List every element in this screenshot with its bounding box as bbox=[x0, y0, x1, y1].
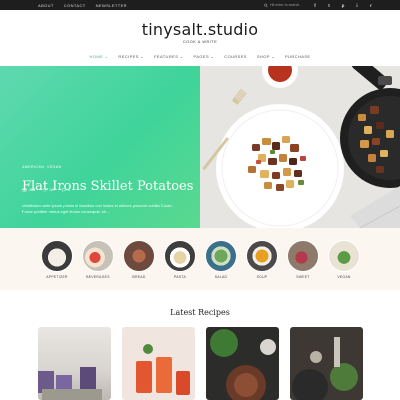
category-salad[interactable]: SALAD bbox=[204, 240, 238, 279]
search-icon bbox=[264, 3, 268, 7]
latest-recipes-heading: Latest Recipes bbox=[170, 308, 230, 317]
recipe-card-image bbox=[38, 367, 102, 400]
category-label: BEVERAGES bbox=[86, 275, 110, 279]
hero-featured-post[interactable]: AMERICAN, VEGAN Flat Irons Skillet Potat… bbox=[0, 66, 400, 228]
pinterest-icon[interactable]: p bbox=[340, 2, 346, 8]
nav-pages[interactable]: PAGES ⌄ bbox=[194, 54, 215, 59]
top-search bbox=[264, 2, 306, 8]
nav-home[interactable]: HOME ⌄ bbox=[90, 54, 109, 59]
recipe-card-image bbox=[136, 344, 190, 395]
category-thumb bbox=[328, 240, 360, 272]
top-bar: ABOUT CONTACT NEWSLETTER f t p i r bbox=[0, 0, 400, 10]
category-appetizer[interactable]: APPETIZER bbox=[40, 240, 74, 279]
category-thumb bbox=[205, 240, 237, 272]
category-label: APPETIZER bbox=[46, 275, 68, 279]
eye-icon bbox=[22, 188, 27, 192]
category-label: VEGAN bbox=[337, 275, 351, 279]
category-label: SWEET bbox=[296, 275, 310, 279]
latest-recipes-grid bbox=[0, 327, 400, 400]
comments-stat[interactable]: 0 bbox=[61, 188, 70, 192]
category-bread[interactable]: BREAD bbox=[122, 240, 156, 279]
category-label: BREAD bbox=[132, 275, 146, 279]
recipe-card[interactable] bbox=[38, 327, 111, 400]
nav-shop[interactable]: SHOP ⌄ bbox=[257, 54, 275, 59]
category-beverages[interactable]: BEVERAGES bbox=[81, 240, 115, 279]
likes-stat[interactable]: 28 bbox=[43, 188, 54, 192]
twitter-icon[interactable]: t bbox=[326, 2, 332, 8]
nav-purchase[interactable]: PURCHASE bbox=[285, 54, 310, 59]
category-thumb bbox=[123, 240, 155, 272]
social-links: f t p i r bbox=[312, 0, 374, 10]
heart-icon bbox=[43, 188, 48, 192]
hero-category[interactable]: AMERICAN, VEGAN bbox=[22, 165, 62, 169]
category-label: SALAD bbox=[214, 275, 228, 279]
top-nav: ABOUT CONTACT NEWSLETTER bbox=[38, 0, 127, 10]
recipe-card-image bbox=[292, 337, 358, 400]
category-label: SOUP bbox=[256, 275, 268, 279]
site-logo[interactable]: tinysalt.studio bbox=[0, 20, 400, 39]
nav-courses[interactable]: COURSES bbox=[224, 54, 247, 59]
category-thumb bbox=[82, 240, 114, 272]
food-photo bbox=[200, 66, 400, 228]
category-pasta[interactable]: PASTA bbox=[163, 240, 197, 279]
category-thumb bbox=[41, 240, 73, 272]
views-stat: 364 bbox=[22, 188, 35, 192]
recipe-card[interactable] bbox=[290, 327, 363, 400]
category-sweet[interactable]: SWEET bbox=[286, 240, 320, 279]
main-nav: HOME ⌄ RECIPES ⌄ FEATURES ⌄ PAGES ⌄ COUR… bbox=[0, 54, 400, 59]
top-nav-contact[interactable]: CONTACT bbox=[64, 3, 86, 8]
category-thumb bbox=[164, 240, 196, 272]
nav-recipes[interactable]: RECIPES ⌄ bbox=[118, 54, 144, 59]
top-nav-about[interactable]: ABOUT bbox=[38, 3, 54, 8]
views-count: 364 bbox=[29, 188, 36, 192]
category-label: PASTA bbox=[173, 275, 187, 279]
site-tagline: COOK & WRITE bbox=[182, 39, 218, 44]
recipe-categories: APPETIZER BEVERAGES BREAD PASTA SALAD SO… bbox=[0, 228, 400, 290]
category-vegan[interactable]: VEGAN bbox=[327, 240, 361, 279]
comment-icon bbox=[61, 188, 66, 192]
likes-count: 28 bbox=[49, 188, 54, 192]
search-input[interactable] bbox=[270, 2, 306, 8]
recipe-card[interactable] bbox=[206, 327, 279, 400]
category-thumb bbox=[287, 240, 319, 272]
hero-excerpt: Vestibulum ante ipsum primis in faucibus… bbox=[22, 203, 173, 214]
recipe-card-image bbox=[210, 329, 276, 400]
facebook-icon[interactable]: f bbox=[312, 2, 318, 8]
category-soup[interactable]: SOUP bbox=[245, 240, 279, 279]
instagram-icon[interactable]: i bbox=[354, 2, 360, 8]
rss-icon[interactable]: r bbox=[368, 2, 374, 8]
nav-features[interactable]: FEATURES ⌄ bbox=[154, 54, 184, 59]
category-thumb bbox=[246, 240, 278, 272]
hero-stats: 364 28 0 bbox=[22, 188, 70, 192]
top-nav-newsletter[interactable]: NEWSLETTER bbox=[96, 3, 127, 8]
recipe-card[interactable] bbox=[122, 327, 195, 400]
hero-image[interactable] bbox=[200, 66, 400, 228]
comments-count: 0 bbox=[67, 188, 70, 192]
